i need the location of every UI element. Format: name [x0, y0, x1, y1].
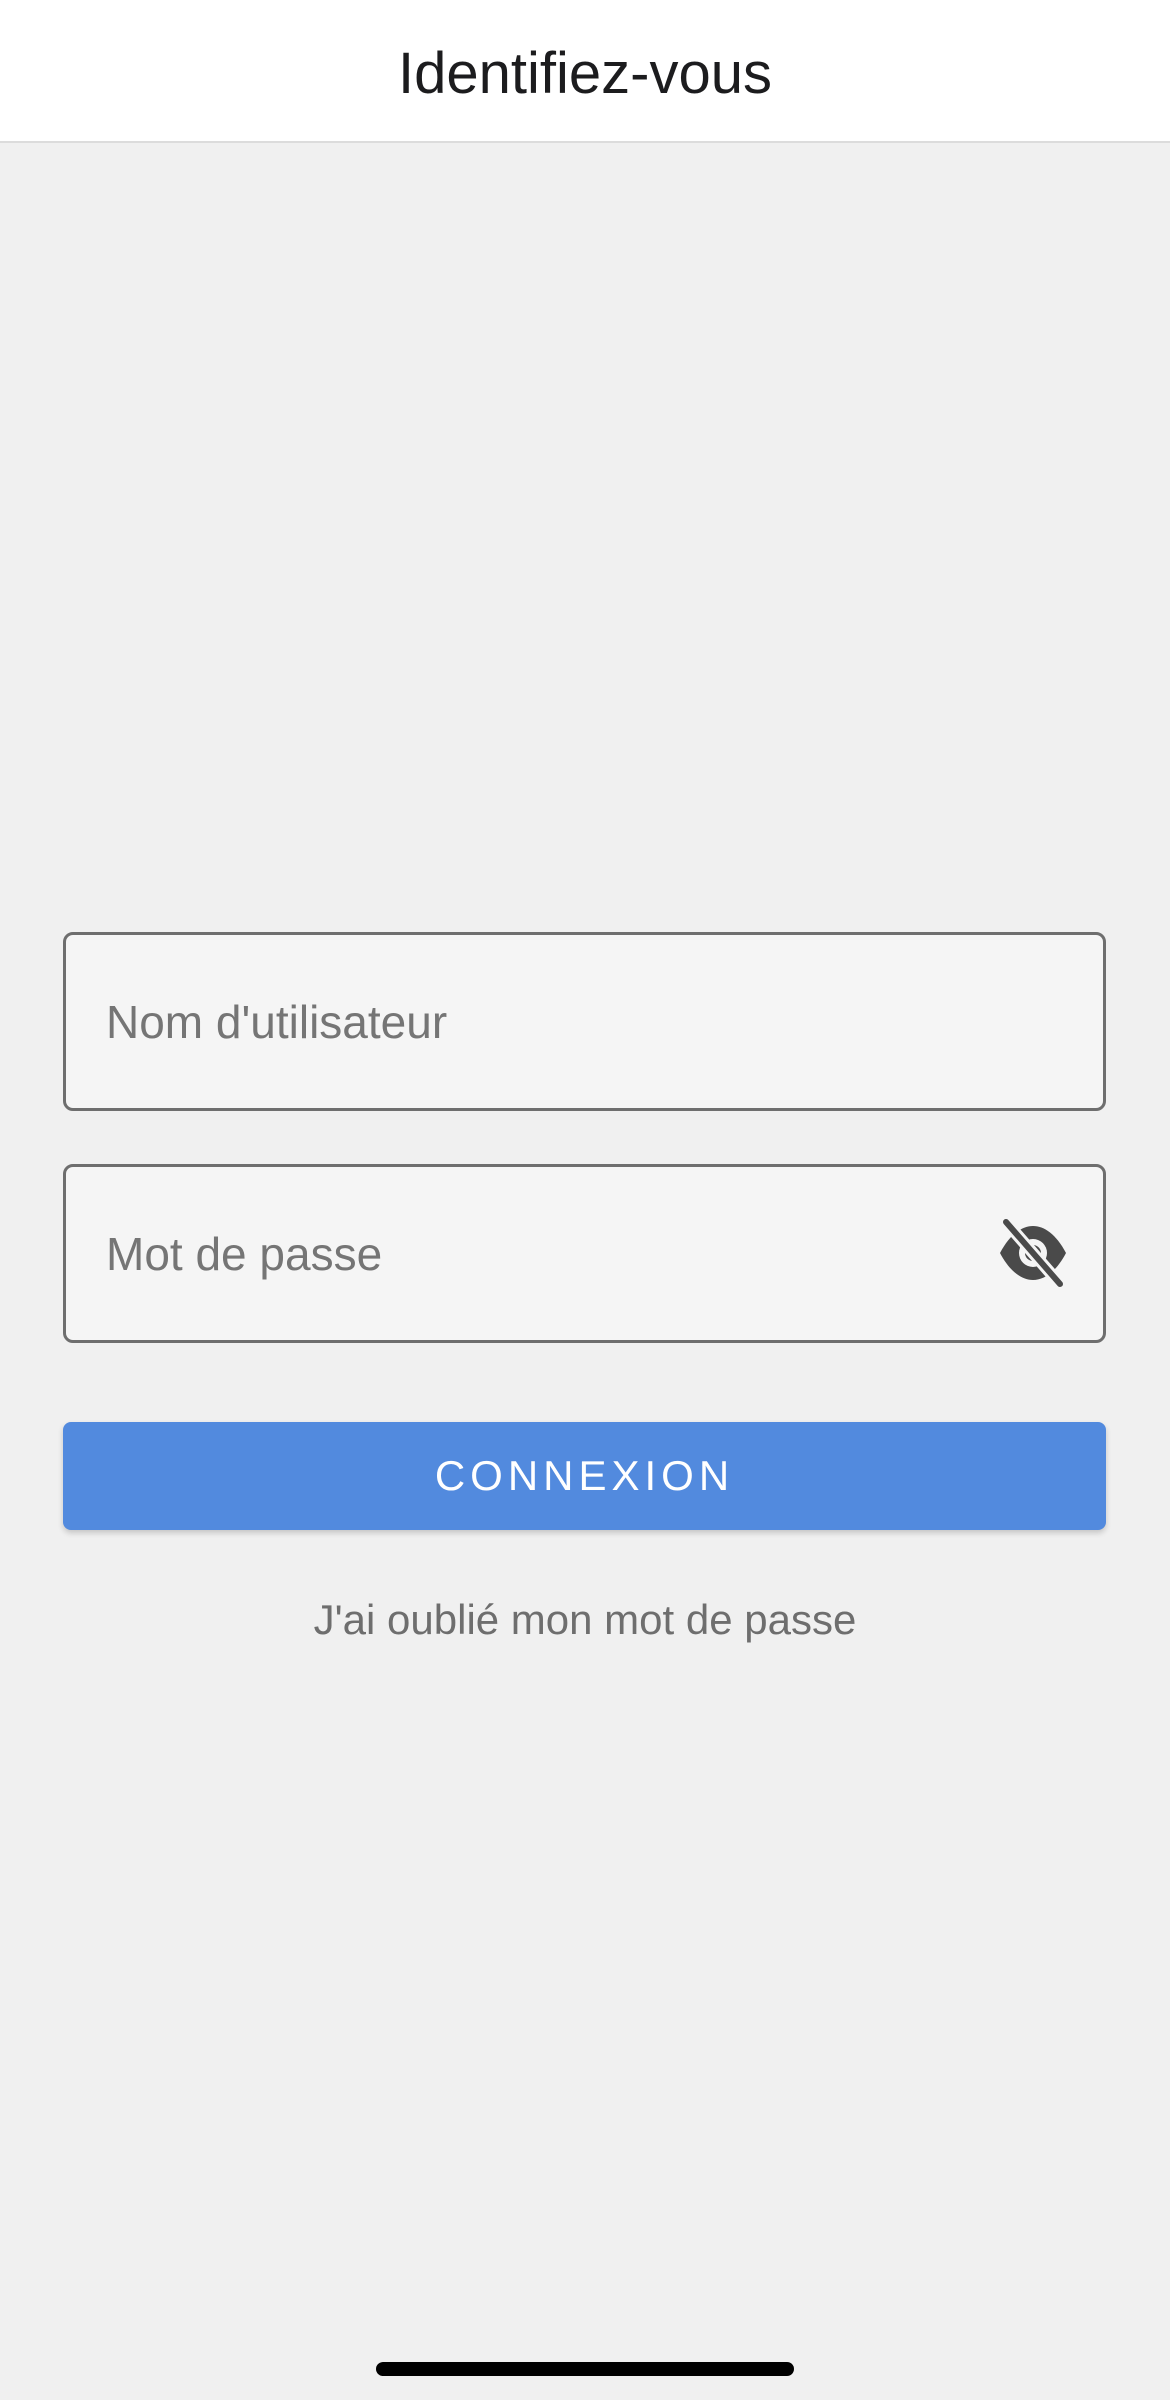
- page-title: Identifiez-vous: [398, 41, 772, 106]
- home-indicator: [376, 2362, 794, 2376]
- username-input[interactable]: [106, 935, 1006, 1108]
- login-button[interactable]: CONNEXION: [63, 1422, 1106, 1530]
- username-field[interactable]: [63, 932, 1106, 1111]
- eye-off-icon[interactable]: [996, 1216, 1070, 1290]
- password-field[interactable]: [63, 1164, 1106, 1343]
- forgot-password-link[interactable]: J'ai oublié mon mot de passe: [0, 1592, 1170, 1648]
- password-input[interactable]: [106, 1167, 1006, 1340]
- header-bar: Identifiez-vous: [0, 0, 1170, 143]
